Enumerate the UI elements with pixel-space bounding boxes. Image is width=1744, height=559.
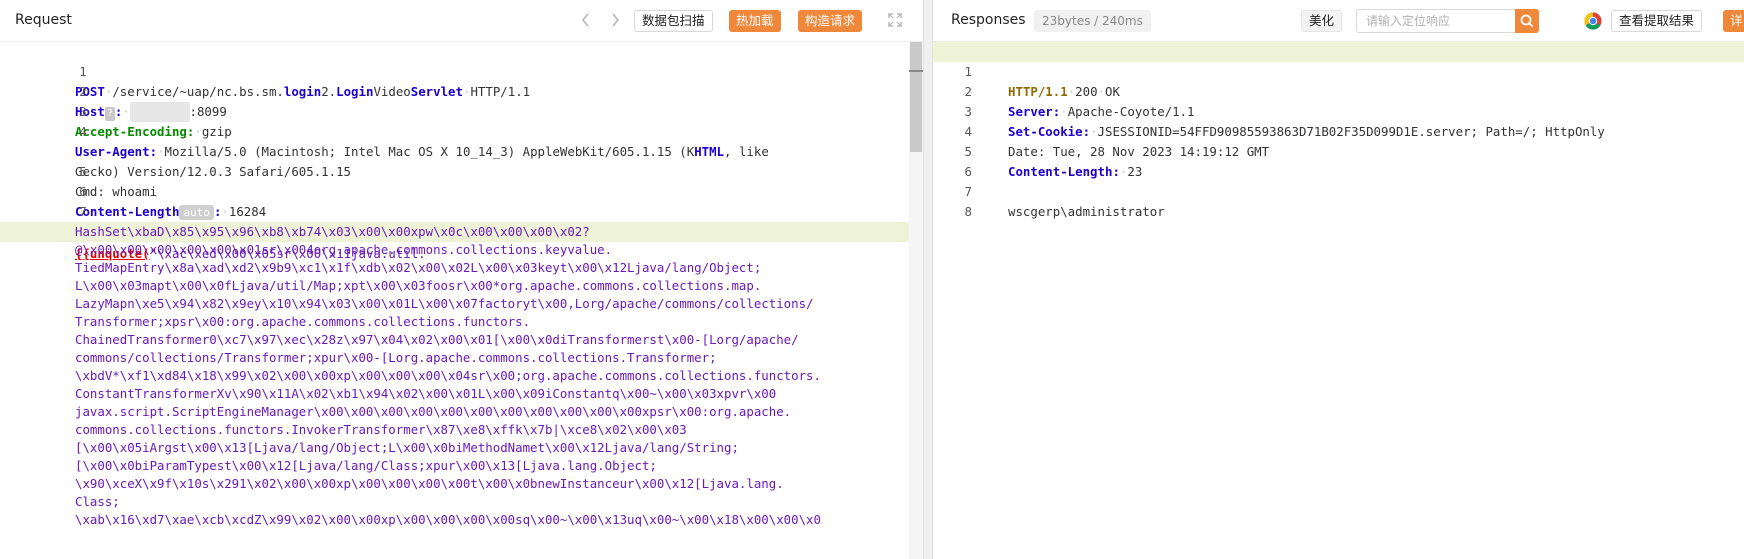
auto-tag[interactable]: auto xyxy=(179,205,214,220)
header-key: Server xyxy=(1008,104,1053,119)
header-key: Content-Length xyxy=(1008,164,1113,179)
line-number: 2 xyxy=(79,84,87,99)
response-search-input[interactable] xyxy=(1357,10,1507,32)
request-line: 1 POST·/service/~uap/nc.bs.sm.login2.Log… xyxy=(0,42,905,99)
response-viewer[interactable]: 1 HTTP/1.1·200·OK 2 Server:·Apache-Coyot… xyxy=(933,42,1744,559)
chevron-left-icon[interactable] xyxy=(580,12,592,32)
view-extract-results-button[interactable]: 查看提取结果 xyxy=(1611,10,1703,32)
masked-host: xxxxxxxx xyxy=(129,102,190,122)
request-line: 5 Cmd: whoami xyxy=(0,142,157,199)
header-value: :8099 xyxy=(189,104,227,119)
header-key: Accept-Encoding xyxy=(75,124,187,139)
line-number: 5 xyxy=(79,164,87,179)
header-key: User-Agent xyxy=(75,144,150,159)
chevron-right-icon[interactable] xyxy=(609,12,621,32)
response-line: 6 xyxy=(933,142,978,179)
header-value: JSESSIONID=54FFD90985593863D71B02F35D099… xyxy=(1097,124,1605,139)
status-code: 200 xyxy=(1075,84,1098,99)
http-protocol: HTTP/1.1 xyxy=(470,84,531,99)
hot-load-button[interactable]: 热加载 xyxy=(729,10,781,32)
response-line: 8 xyxy=(933,182,978,219)
header-value: gzip xyxy=(201,124,232,139)
header-value: 23 xyxy=(1127,164,1143,179)
payload-line: HashSet\xbaD\x85\x95\x96\xb8\xb74\x03\x0… xyxy=(0,222,909,242)
request-path: /service/~uap/nc.bs.sm.login2.LoginVideo… xyxy=(112,84,463,99)
status-protocol: HTTP/1.1 xyxy=(1008,84,1068,99)
response-line: 2 Server:·Apache-Coyote/1.1 xyxy=(933,62,1195,119)
response-search-box xyxy=(1356,9,1539,33)
header-key: Content-Length xyxy=(75,204,180,219)
response-line: 3 Set-Cookie:·JSESSIONID=54FFD9098559386… xyxy=(933,82,1605,139)
response-line: 1 HTTP/1.1·200·OK xyxy=(933,42,1744,99)
build-request-button[interactable]: 构造请求 xyxy=(798,10,863,32)
header-value: Gecko) Version/12.0.3 Safari/605.1.15 xyxy=(75,164,352,179)
response-line: 7 wscgerp\administrator xyxy=(933,162,1165,219)
request-line: 3 Accept-Encoding:·gzip xyxy=(0,82,232,139)
chrome-icon[interactable] xyxy=(1584,12,1602,30)
response-body: wscgerp\administrator xyxy=(1008,204,1165,219)
request-title: Request xyxy=(15,12,72,28)
header-key: Set-Cookie xyxy=(1008,124,1083,139)
header-value: Apache-Coyote/1.1 xyxy=(1067,104,1195,119)
responses-toolbar: Responses 23bytes / 240ms 美化 查看提取结果 xyxy=(933,0,1744,42)
response-stats-badge: 23bytes / 240ms xyxy=(1034,10,1151,32)
request-pane: Request 数据包扫描 热加载 构造请求 1 POST·/service/~… xyxy=(0,0,923,559)
cmd-header: Cmd: whoami xyxy=(75,184,158,199)
line-number: 1 xyxy=(79,64,87,79)
expand-icon[interactable] xyxy=(888,13,902,27)
beautify-button[interactable]: 美化 xyxy=(1301,10,1343,32)
request-line: 4 User-Agent:·Mozilla/5.0 (Macintosh; In… xyxy=(0,102,769,159)
status-text: OK xyxy=(1105,84,1120,99)
search-icon[interactable] xyxy=(1515,9,1539,33)
request-toolbar: Request 数据包扫描 热加载 构造请求 xyxy=(0,0,923,42)
line-number: 6 xyxy=(79,184,87,199)
header-value: Mozilla/5.0 (Macintosh; Intel Mac OS X 1… xyxy=(164,144,769,159)
request-line: 6 Content-Length auto:·16284 xyxy=(0,162,266,220)
line-number: 8 xyxy=(964,204,972,219)
responses-title: Responses xyxy=(951,12,1026,28)
response-line: 5 Content-Length:·23 xyxy=(933,122,1143,179)
response-line: 4 Date: Tue, 28 Nov 2023 14:19:12 GMT xyxy=(933,102,1270,159)
request-scrollbar-thumb[interactable] xyxy=(910,42,922,152)
request-line: 8 {{unquote("\xac\xed\x00\x05sr\x00\x11j… xyxy=(0,204,426,261)
pane-splitter[interactable] xyxy=(923,0,933,559)
request-line: 2 Host?:·xxxxxxxx:8099 xyxy=(0,62,227,122)
line-number: 7 xyxy=(79,204,87,219)
packet-scan-button[interactable]: 数据包扫描 xyxy=(634,10,713,32)
request-line: Gecko) Version/12.0.3 Safari/605.1.15 xyxy=(0,122,351,179)
request-line: 7 xyxy=(0,182,86,219)
details-button[interactable]: 详 xyxy=(1723,10,1744,32)
host-help-icon[interactable]: ? xyxy=(104,107,115,121)
line-number: 4 xyxy=(79,124,87,139)
responses-pane: Responses 23bytes / 240ms 美化 查看提取结果 xyxy=(933,0,1744,559)
header-value: 16284 xyxy=(228,204,267,219)
date-header: Date: Tue, 28 Nov 2023 14:19:12 GMT xyxy=(1008,144,1270,159)
scroll-marker xyxy=(909,70,923,72)
request-editor[interactable]: 1 POST·/service/~uap/nc.bs.sm.login2.Log… xyxy=(0,42,909,559)
line-number: 3 xyxy=(79,104,87,119)
